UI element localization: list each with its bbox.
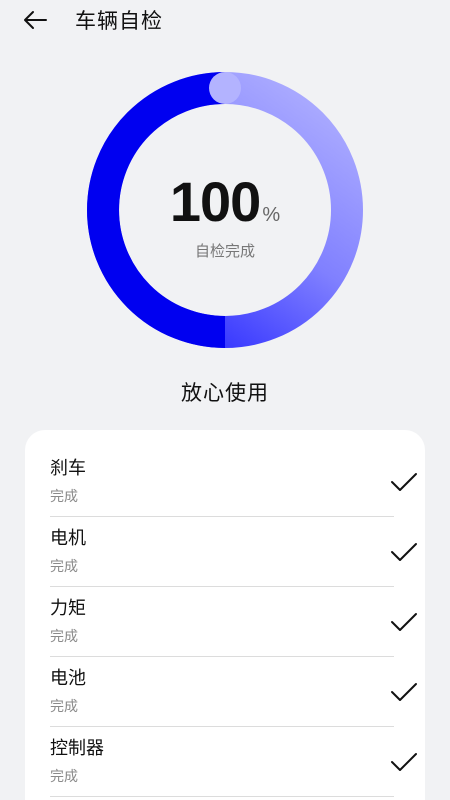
list-item-torque[interactable]: 力矩 完成	[50, 570, 420, 657]
percent-value: 100	[169, 170, 261, 233]
item-name: 刹车	[50, 458, 86, 479]
back-button[interactable]	[20, 6, 52, 38]
screen: 车辆自检 100% 自检完成 放心使用 刹车 完成 电机 完成 力矩 完成 电池…	[0, 0, 450, 800]
check-icon	[391, 613, 417, 631]
percent-unit: %	[262, 204, 281, 226]
list-item-battery[interactable]: 电池 完成	[50, 640, 420, 727]
item-name: 电池	[50, 668, 86, 689]
arrow-left-icon	[24, 11, 47, 29]
item-name: 控制器	[50, 738, 104, 759]
progress-label: 自检完成	[194, 242, 255, 260]
item-status: 完成	[50, 769, 78, 785]
check-icon	[391, 753, 417, 771]
result-text: 放心使用	[181, 381, 269, 405]
header: 车辆自检	[0, 0, 450, 44]
list-item-brake[interactable]: 刹车 完成	[50, 430, 420, 517]
check-icon	[391, 543, 417, 561]
list-item-controller[interactable]: 控制器 完成	[50, 710, 420, 797]
check-icon	[391, 683, 417, 701]
item-name: 电机	[50, 528, 86, 549]
divider	[50, 796, 394, 797]
progress-ring: 100% 自检完成	[87, 72, 363, 348]
percent-readout: 100%	[87, 170, 363, 234]
check-icon	[391, 473, 417, 491]
list-item-motor[interactable]: 电机 完成	[50, 500, 420, 587]
item-name: 力矩	[50, 598, 86, 619]
check-list-card: 刹车 完成 电机 完成 力矩 完成 电池 完成 控制器 完成	[25, 430, 425, 800]
page-title: 车辆自检	[75, 9, 163, 33]
